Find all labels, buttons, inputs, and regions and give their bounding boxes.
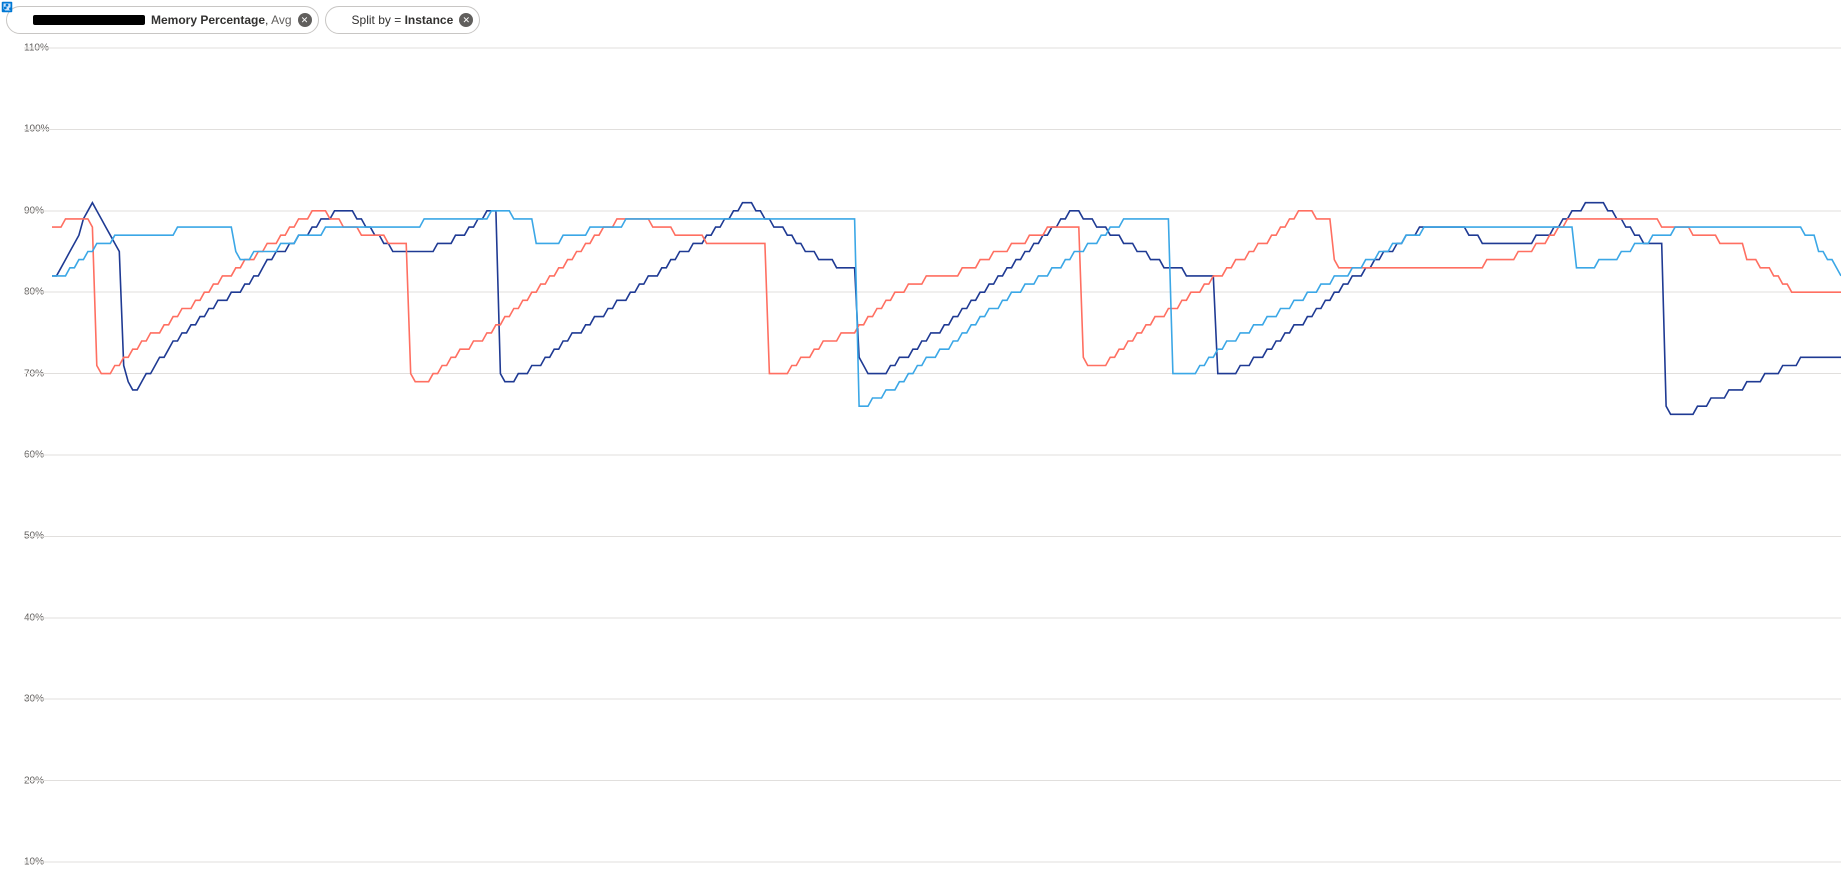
resource-icon — [13, 13, 27, 27]
metric-resource-name-redacted — [33, 15, 145, 25]
chart-area[interactable]: 10%20%30%40%50%60%70%80%90%100%110% — [0, 40, 1841, 870]
metric-chip[interactable]: Memory Percentage, Avg ✕ — [6, 6, 319, 34]
splitby-chip[interactable]: Split by = Instance ✕ — [325, 6, 481, 34]
close-icon[interactable]: ✕ — [298, 13, 312, 27]
close-icon[interactable]: ✕ — [459, 13, 473, 27]
metric-name-label: Memory Percentage, Avg — [151, 13, 292, 27]
filter-chip-bar: Memory Percentage, Avg ✕ Split by = Inst… — [0, 0, 1841, 34]
scatter-icon — [332, 13, 346, 27]
splitby-label: Split by = Instance — [352, 13, 454, 27]
chart-svg — [0, 40, 1841, 870]
series-line — [52, 211, 1841, 406]
